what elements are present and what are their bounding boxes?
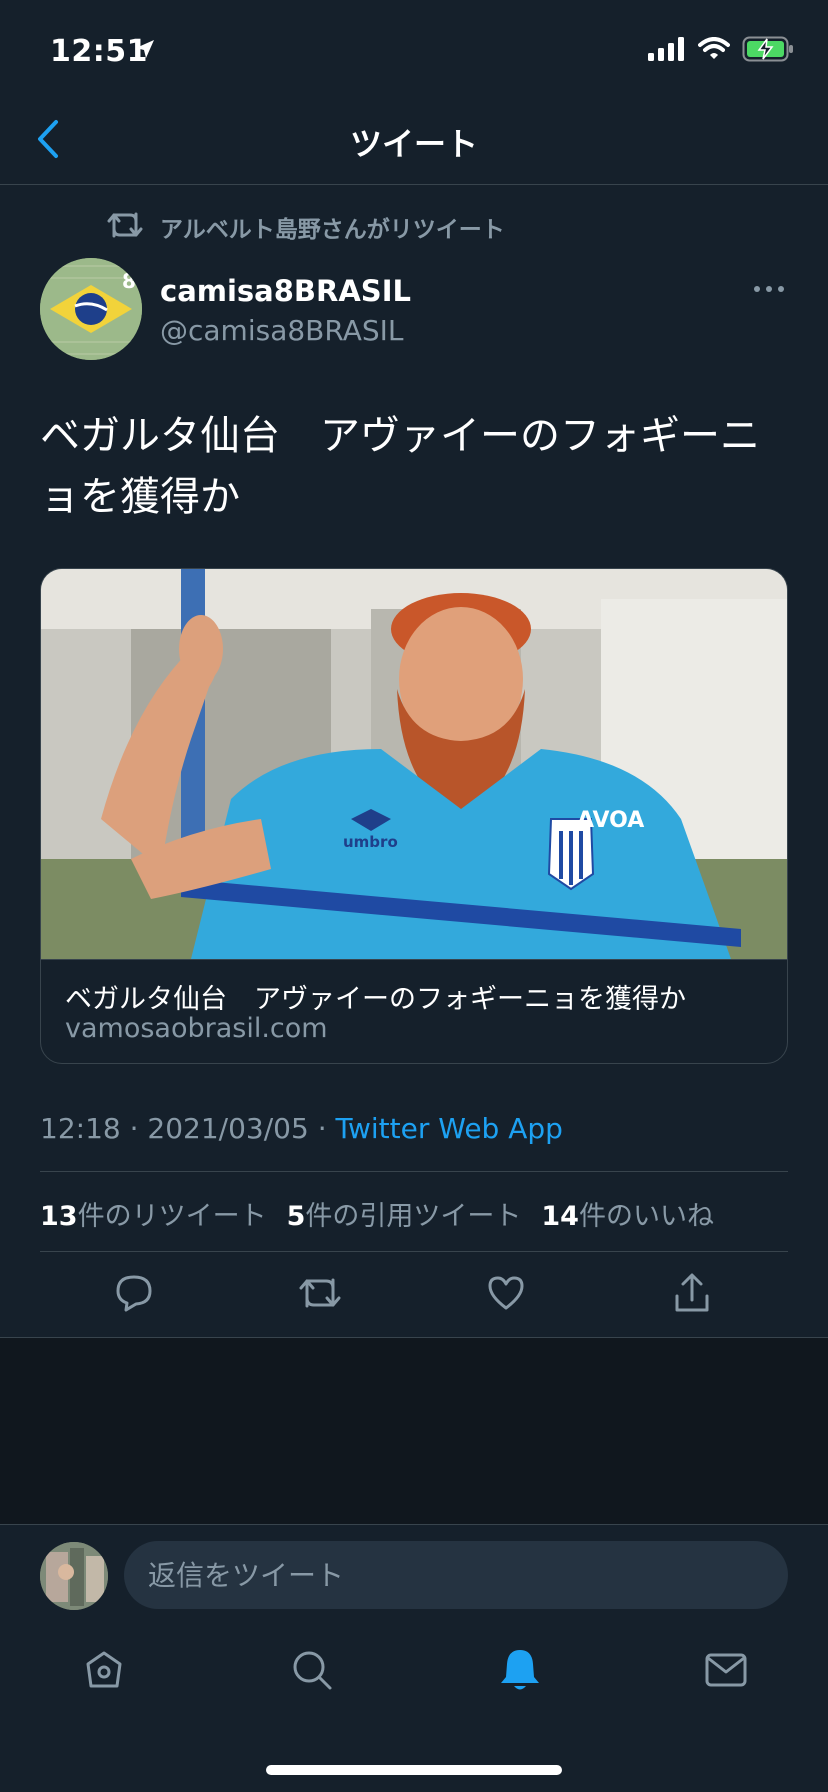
tweet-actions <box>0 1268 828 1328</box>
divider <box>0 1524 828 1525</box>
location-arrow-icon <box>134 38 156 64</box>
card-title: ベガルタ仙台 アヴァイーのフォギーニョを獲得か <box>65 984 686 1015</box>
retweet-icon <box>299 1278 341 1308</box>
like-icon <box>488 1276 524 1310</box>
tweet-date: 2021/03/05 <box>147 1112 309 1145</box>
author-handle[interactable]: @camisa8BRASIL <box>160 314 403 347</box>
home-icon <box>86 1651 122 1688</box>
retweets-stat[interactable]: 13件のリツイート <box>40 1194 267 1233</box>
reply-input[interactable] <box>124 1541 788 1609</box>
messages-icon <box>705 1653 747 1687</box>
tweet-time: 12:18 <box>40 1112 121 1145</box>
reply-button[interactable] <box>109 1268 159 1318</box>
tweet-text-line: ベガルタ仙台 アヴァイーのフォギーニ <box>40 413 760 459</box>
tweet-text: ベガルタ仙台 アヴァイーのフォギーニ ョを獲得か <box>40 406 790 528</box>
share-icon <box>675 1273 709 1312</box>
tab-messages[interactable] <box>696 1640 756 1700</box>
author-name[interactable]: camisa8BRASIL <box>160 274 411 308</box>
more-options-icon[interactable] <box>754 286 784 292</box>
home-indicator <box>266 1765 562 1775</box>
meta-separator: · <box>129 1112 139 1145</box>
meta-separator: · <box>317 1112 327 1145</box>
retweets-label: 件のリツイート <box>77 1201 267 1232</box>
cellular-signal-icon <box>648 37 686 65</box>
search-icon <box>293 1651 332 1690</box>
link-card[interactable]: umbro AVOA ベガルタ仙台 アヴァイーのフォギーニョを獲得か vamos… <box>40 568 788 1064</box>
tweet-stats: 13件のリツイート 5件の引用ツイート 14件のいいね <box>40 1194 714 1233</box>
tab-search[interactable] <box>282 1640 342 1700</box>
divider <box>41 959 787 960</box>
quotes-stat[interactable]: 5件の引用ツイート <box>287 1194 522 1233</box>
quotes-count: 5 <box>286 1201 306 1232</box>
tab-home[interactable] <box>74 1640 134 1700</box>
likes-stat[interactable]: 14件のいいね <box>541 1194 714 1233</box>
tab-notifications[interactable] <box>490 1640 550 1700</box>
jersey-text: umbro <box>343 833 398 851</box>
retweets-count: 13 <box>40 1201 78 1232</box>
avatar-badge: 8 <box>122 269 136 293</box>
likes-count: 14 <box>541 1201 579 1232</box>
notifications-icon <box>501 1650 539 1690</box>
divider <box>40 1171 788 1172</box>
retweet-button[interactable] <box>295 1268 345 1318</box>
quotes-label: 件の引用ツイート <box>305 1201 522 1232</box>
divider <box>0 184 828 185</box>
retweeted-by-label[interactable]: アルベルト島野さんがリツイート <box>160 210 505 244</box>
wifi-icon <box>698 37 730 65</box>
likes-label: 件のいいね <box>578 1201 714 1232</box>
tweet-meta: 12:18 · 2021/03/05 · Twitter Web App <box>40 1112 563 1145</box>
battery-charging-icon <box>742 36 794 66</box>
tweet-text-line: ョを獲得か <box>40 474 240 520</box>
like-button[interactable] <box>481 1268 531 1318</box>
card-image: umbro AVOA <box>41 569 787 959</box>
status-icons <box>648 36 794 66</box>
divider <box>40 1251 788 1252</box>
card-domain: vamosaobrasil.com <box>65 1013 328 1044</box>
user-avatar[interactable] <box>40 1542 108 1610</box>
tab-bar <box>0 1640 828 1712</box>
empty-area <box>0 1338 828 1524</box>
share-button[interactable] <box>667 1268 717 1318</box>
retweet-indicator-icon <box>106 210 144 244</box>
page-title: ツイート <box>349 125 478 163</box>
reply-icon <box>116 1275 152 1312</box>
tweet-source-link[interactable]: Twitter Web App <box>336 1112 563 1145</box>
jersey-text: AVOA <box>577 808 644 833</box>
author-avatar[interactable]: 8 <box>40 258 142 360</box>
